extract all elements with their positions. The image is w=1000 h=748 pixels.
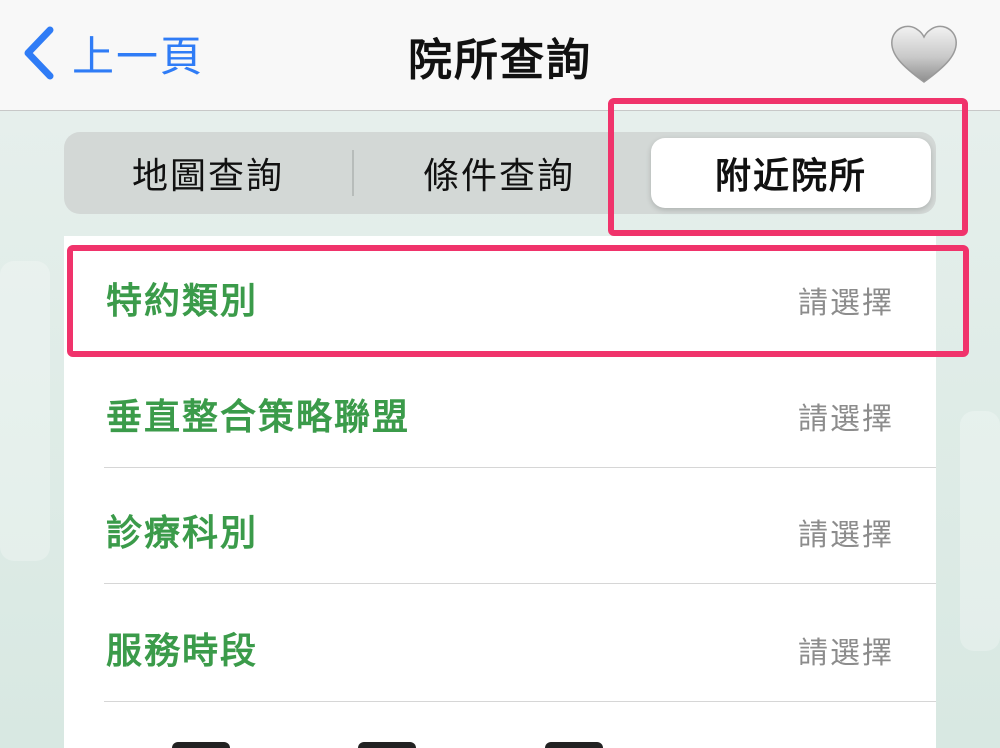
filter-label: 診療科別 bbox=[106, 513, 259, 554]
segment-condition-search[interactable]: 條件查詢 bbox=[354, 132, 644, 214]
filter-value: 請選擇 bbox=[798, 636, 894, 671]
navigation-bar: 上一頁 院所查詢 bbox=[0, 0, 1000, 111]
option-tab-stub[interactable] bbox=[545, 742, 603, 748]
segment-map-search[interactable]: 地圖查詢 bbox=[64, 132, 352, 214]
row-separator bbox=[104, 583, 936, 584]
filter-row-vertical-alliance[interactable]: 垂直整合策略聯盟 請選擇 bbox=[64, 352, 936, 468]
row-separator bbox=[104, 701, 936, 702]
filter-value: 請選擇 bbox=[798, 518, 894, 553]
heart-icon bbox=[891, 25, 957, 83]
filter-value: 請選擇 bbox=[798, 402, 894, 437]
option-tab-stub[interactable] bbox=[172, 742, 230, 748]
favorite-button[interactable] bbox=[888, 22, 960, 86]
background-tile bbox=[960, 411, 1000, 651]
filter-row-department[interactable]: 診療科別 請選擇 bbox=[64, 468, 936, 584]
filter-label: 垂直整合策略聯盟 bbox=[106, 397, 411, 438]
filter-row-service-hours[interactable]: 服務時段 請選擇 bbox=[64, 586, 936, 702]
highlight-box-contract-type bbox=[67, 245, 969, 357]
background-tile bbox=[0, 261, 50, 561]
option-tab-stub[interactable] bbox=[358, 742, 416, 748]
filter-label: 服務時段 bbox=[106, 631, 259, 672]
page-title: 院所查詢 bbox=[408, 35, 592, 86]
highlight-box-nearby-tab bbox=[608, 98, 968, 236]
